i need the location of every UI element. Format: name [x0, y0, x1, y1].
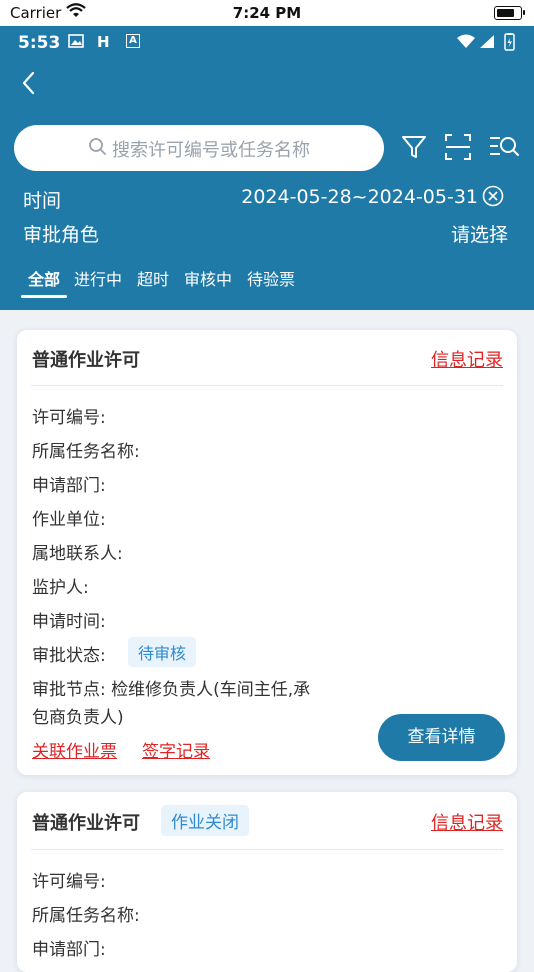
back-arrow-icon[interactable]: [16, 68, 46, 98]
clear-icon[interactable]: [482, 185, 504, 207]
tab-timeout[interactable]: 超时: [137, 266, 169, 290]
time-filter-label: 时间: [23, 190, 62, 212]
ios-status-bar: Carrier 7:24 PM: [0, 0, 534, 26]
search-placeholder: 搜索许可编号或任务名称: [112, 140, 310, 161]
image-icon: [68, 34, 84, 48]
battery-icon: [494, 6, 525, 20]
font-a-icon: A: [126, 34, 140, 48]
signal-battery-icons: [457, 33, 515, 51]
apply-time-field: 申请时间:: [32, 612, 106, 632]
tab-reviewing[interactable]: 审核中: [184, 266, 232, 290]
task-name-field: 所属任务名称:: [32, 442, 140, 462]
status-tabs: 全部 进行中 超时 审核中 待验票: [0, 264, 534, 304]
card-title: 普通作业许可: [32, 813, 140, 834]
ios-time: 7:24 PM: [232, 4, 302, 22]
department-field: 申请部门:: [32, 940, 106, 960]
search-icon: [89, 138, 106, 155]
filter-icon[interactable]: [400, 132, 428, 162]
card-divider: [31, 849, 503, 850]
scan-icon[interactable]: [444, 132, 472, 162]
active-tab-indicator: [21, 295, 67, 298]
info-record-link[interactable]: 信息记录: [431, 346, 503, 372]
permit-number-field: 许可编号:: [32, 408, 106, 428]
search-input[interactable]: 搜索许可编号或任务名称: [14, 125, 384, 171]
related-ticket-link[interactable]: 关联作业票: [32, 737, 117, 762]
status-badge: 作业关闭: [161, 805, 249, 836]
tab-pending-check[interactable]: 待验票: [247, 266, 295, 290]
signature-record-link[interactable]: 签字记录: [142, 737, 210, 762]
approval-node-line1: 审批节点: 检维修负责人(车间主任,承: [32, 680, 311, 700]
list-search-icon[interactable]: [488, 132, 520, 162]
tab-all[interactable]: 全部: [28, 266, 60, 290]
department-field: 申请部门:: [32, 476, 106, 496]
approval-node-line2: 包商负责人): [32, 708, 124, 728]
tab-in-progress[interactable]: 进行中: [74, 266, 122, 290]
status-badge: 待审核: [128, 637, 197, 667]
task-name-field: 所属任务名称:: [32, 906, 140, 926]
card-divider: [31, 385, 503, 386]
permit-number-field: 许可编号:: [32, 872, 106, 892]
android-time: 5:53: [18, 33, 61, 53]
permit-card: 普通作业许可 作业关闭 信息记录 许可编号: 所属任务名称: 申请部门:: [17, 792, 517, 972]
role-filter-label: 审批角色: [23, 224, 100, 246]
time-filter-value[interactable]: 2024-05-28~2024-05-31: [241, 186, 478, 208]
permit-card: 普通作业许可 信息记录 许可编号: 所属任务名称: 申请部门: 作业单位: 属地…: [17, 330, 517, 775]
role-filter-value[interactable]: 请选择: [451, 220, 508, 247]
card-title: 普通作业许可: [32, 350, 140, 371]
view-detail-button[interactable]: 查看详情: [378, 714, 505, 761]
network-h-icon: H: [97, 33, 110, 51]
header: 5:53 H A 搜索许可编号或任务名称 时间 2024-05-28~2024-…: [0, 26, 534, 310]
android-status-bar: 5:53 H A: [0, 26, 534, 60]
guardian-field: 监护人:: [32, 578, 89, 598]
work-unit-field: 作业单位:: [32, 510, 106, 530]
info-record-link[interactable]: 信息记录: [431, 809, 503, 835]
contact-field: 属地联系人:: [32, 544, 123, 564]
approval-status-field: 审批状态:: [32, 646, 106, 666]
